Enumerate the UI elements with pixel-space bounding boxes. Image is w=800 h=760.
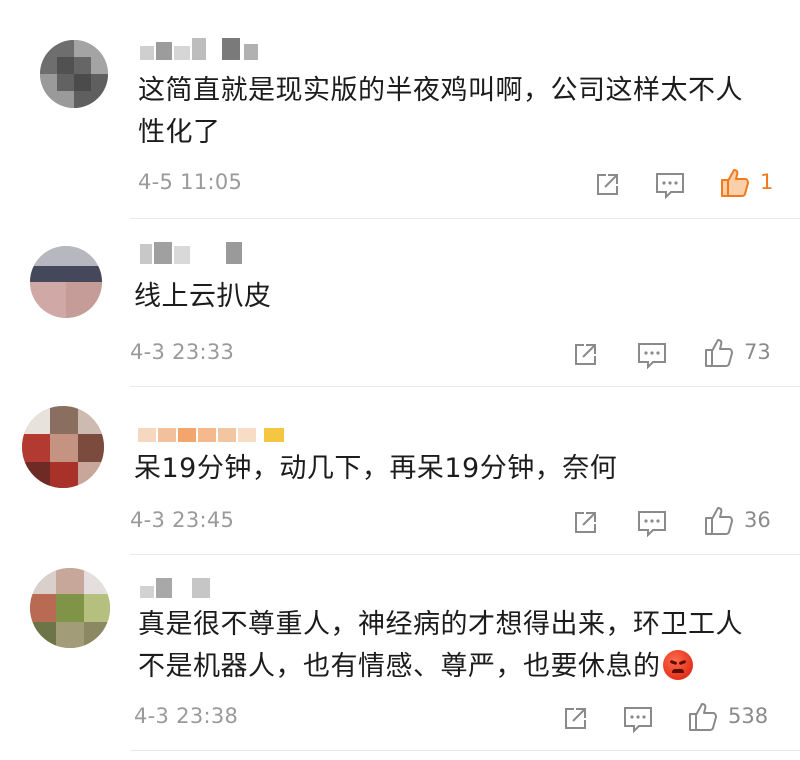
comment-time: 4-3 23:45 [130,508,235,532]
comment-button[interactable] [636,340,668,370]
like-button[interactable] [702,336,736,370]
username[interactable] [140,576,240,598]
comment-icon [638,343,666,370]
avatar[interactable] [22,406,104,488]
avatar[interactable] [40,40,108,108]
comment-icon [656,173,684,200]
share-button[interactable] [570,340,600,370]
comment-text-content: 真是很不尊重人，神经病的才想得出来，环卫工人 不是机器人，也有情感、尊严，也要休… [138,609,743,682]
divider [130,750,800,751]
comment-icon [638,511,666,538]
share-button[interactable] [570,508,600,538]
comment-time: 4-3 23:33 [130,340,235,364]
share-icon [597,174,618,195]
like-count: 36 [744,508,771,532]
thumbs-up-icon [689,703,717,731]
avatar[interactable] [30,246,102,318]
comment-item: 这简直就是现实版的半夜鸡叫啊，公司这样太不人 性化了 4-5 11:05 1 [0,0,800,220]
comment-item: 线上云扒皮 4-3 23:33 73 [0,220,800,388]
comment-button[interactable] [622,704,654,734]
like-count: 538 [728,704,769,728]
divider [130,218,800,219]
like-button[interactable] [718,166,752,200]
like-button[interactable] [702,504,736,538]
like-count: 1 [760,170,774,194]
comment-text: 呆19分钟，动几下，再呆19分钟，奈何 [134,453,618,484]
comment-time: 4-5 11:05 [138,170,243,194]
share-icon [565,708,586,729]
comment-text: 线上云扒皮 [134,281,272,312]
comment-item: 真是很不尊重人，神经病的才想得出来，环卫工人 不是机器人，也有情感、尊严，也要休… [0,556,800,760]
username[interactable] [140,38,280,60]
thumbs-up-icon [705,507,733,535]
share-icon [575,512,596,533]
comment-text: 真是很不尊重人，神经病的才想得出来，环卫工人 不是机器人，也有情感、尊严，也要休… [138,604,743,688]
divider [130,386,800,387]
like-button[interactable] [686,700,720,734]
comment-button[interactable] [636,508,668,538]
thumbs-up-icon [721,169,749,197]
angry-face-emoji [662,650,693,680]
share-button[interactable] [592,170,622,200]
share-icon [575,344,596,365]
comment-item: 呆19分钟，动几下，再呆19分钟，奈何 4-3 23:45 36 [0,388,800,556]
thumbs-up-icon [705,339,733,367]
comment-text: 这简直就是现实版的半夜鸡叫啊，公司这样太不人 性化了 [138,75,743,148]
like-count: 73 [744,340,771,364]
username[interactable] [138,424,298,446]
comment-time: 4-3 23:38 [134,704,239,728]
divider [130,554,800,555]
share-button[interactable] [560,704,590,734]
comment-icon [624,707,652,734]
avatar[interactable] [30,568,110,648]
comment-button[interactable] [654,170,686,200]
username[interactable] [140,242,260,264]
